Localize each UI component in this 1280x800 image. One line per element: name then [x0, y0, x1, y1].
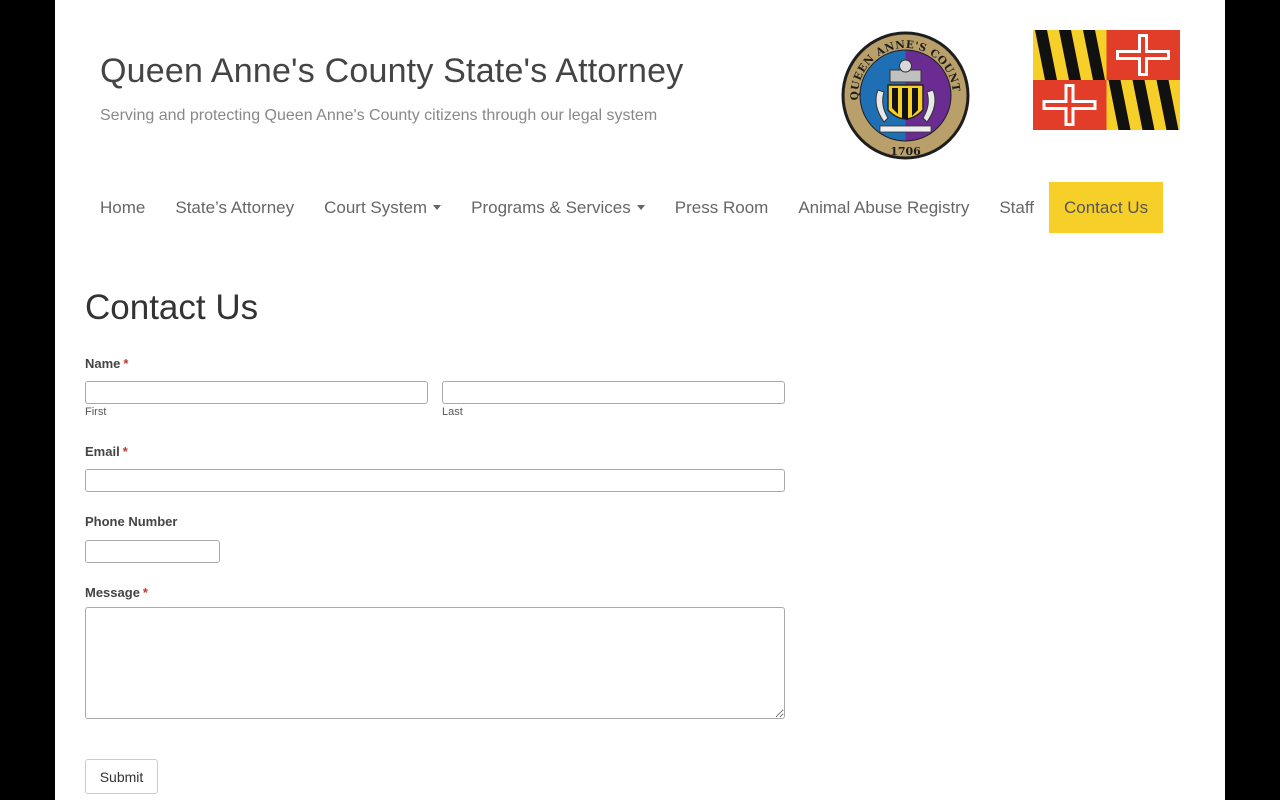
phone-input[interactable]: [85, 540, 220, 563]
nav-item-contact-us[interactable]: Contact Us: [1049, 182, 1164, 233]
name-label: Name *: [85, 356, 129, 371]
site-description: Serving and protecting Queen Anne's Coun…: [100, 107, 658, 124]
page-title: Contact Us: [85, 288, 259, 327]
nav-item-label: Press Room: [674, 197, 769, 217]
required-mark: *: [142, 585, 148, 600]
required-mark: *: [123, 356, 129, 371]
required-mark: *: [122, 444, 128, 459]
page: Queen Anne's County State's Attorney Ser…: [55, 0, 1225, 800]
message-textarea[interactable]: [85, 607, 785, 719]
nav-item-label: Contact Us: [1064, 197, 1149, 217]
first-name-input[interactable]: [85, 381, 428, 404]
nav-item-court-system[interactable]: Court System: [309, 182, 456, 233]
nav-item-press-room[interactable]: Press Room: [660, 182, 784, 233]
nav-item-home[interactable]: Home: [85, 182, 160, 233]
nav-item-animal-abuse-registry[interactable]: Animal Abuse Registry: [783, 182, 984, 233]
nav-item-states-attorney[interactable]: State’s Attorney: [160, 182, 309, 233]
email-input[interactable]: [85, 469, 785, 492]
nav-item-label: Animal Abuse Registry: [798, 197, 970, 217]
site-title[interactable]: Queen Anne's County State's Attorney: [100, 52, 683, 91]
seal-year: 1706: [890, 145, 921, 158]
submit-button[interactable]: Submit: [85, 759, 158, 794]
county-seal-logo: QUEEN ANNE'S COUNTY 1706: [840, 30, 970, 160]
main-navigation: Home State’s Attorney Court System Progr…: [85, 182, 1164, 233]
nav-item-staff[interactable]: Staff: [984, 182, 1049, 233]
caret-down-icon: [433, 205, 442, 210]
nav-item-label: Court System: [324, 197, 428, 217]
first-name-sublabel: First: [85, 406, 107, 418]
phone-label: Phone Number: [85, 514, 178, 529]
message-label: Message *: [85, 585, 148, 600]
nav-item-label: Programs & Services: [471, 197, 631, 217]
nav-item-label: State’s Attorney: [175, 197, 295, 217]
nav-item-programs-services[interactable]: Programs & Services: [456, 182, 660, 233]
caret-down-icon: [636, 205, 645, 210]
last-name-input[interactable]: [442, 381, 785, 404]
maryland-flag-image: [1033, 30, 1180, 130]
nav-item-label: Home: [100, 197, 146, 217]
nav-item-label: Staff: [999, 197, 1034, 217]
last-name-sublabel: Last: [442, 406, 463, 418]
email-label: Email *: [85, 444, 128, 459]
